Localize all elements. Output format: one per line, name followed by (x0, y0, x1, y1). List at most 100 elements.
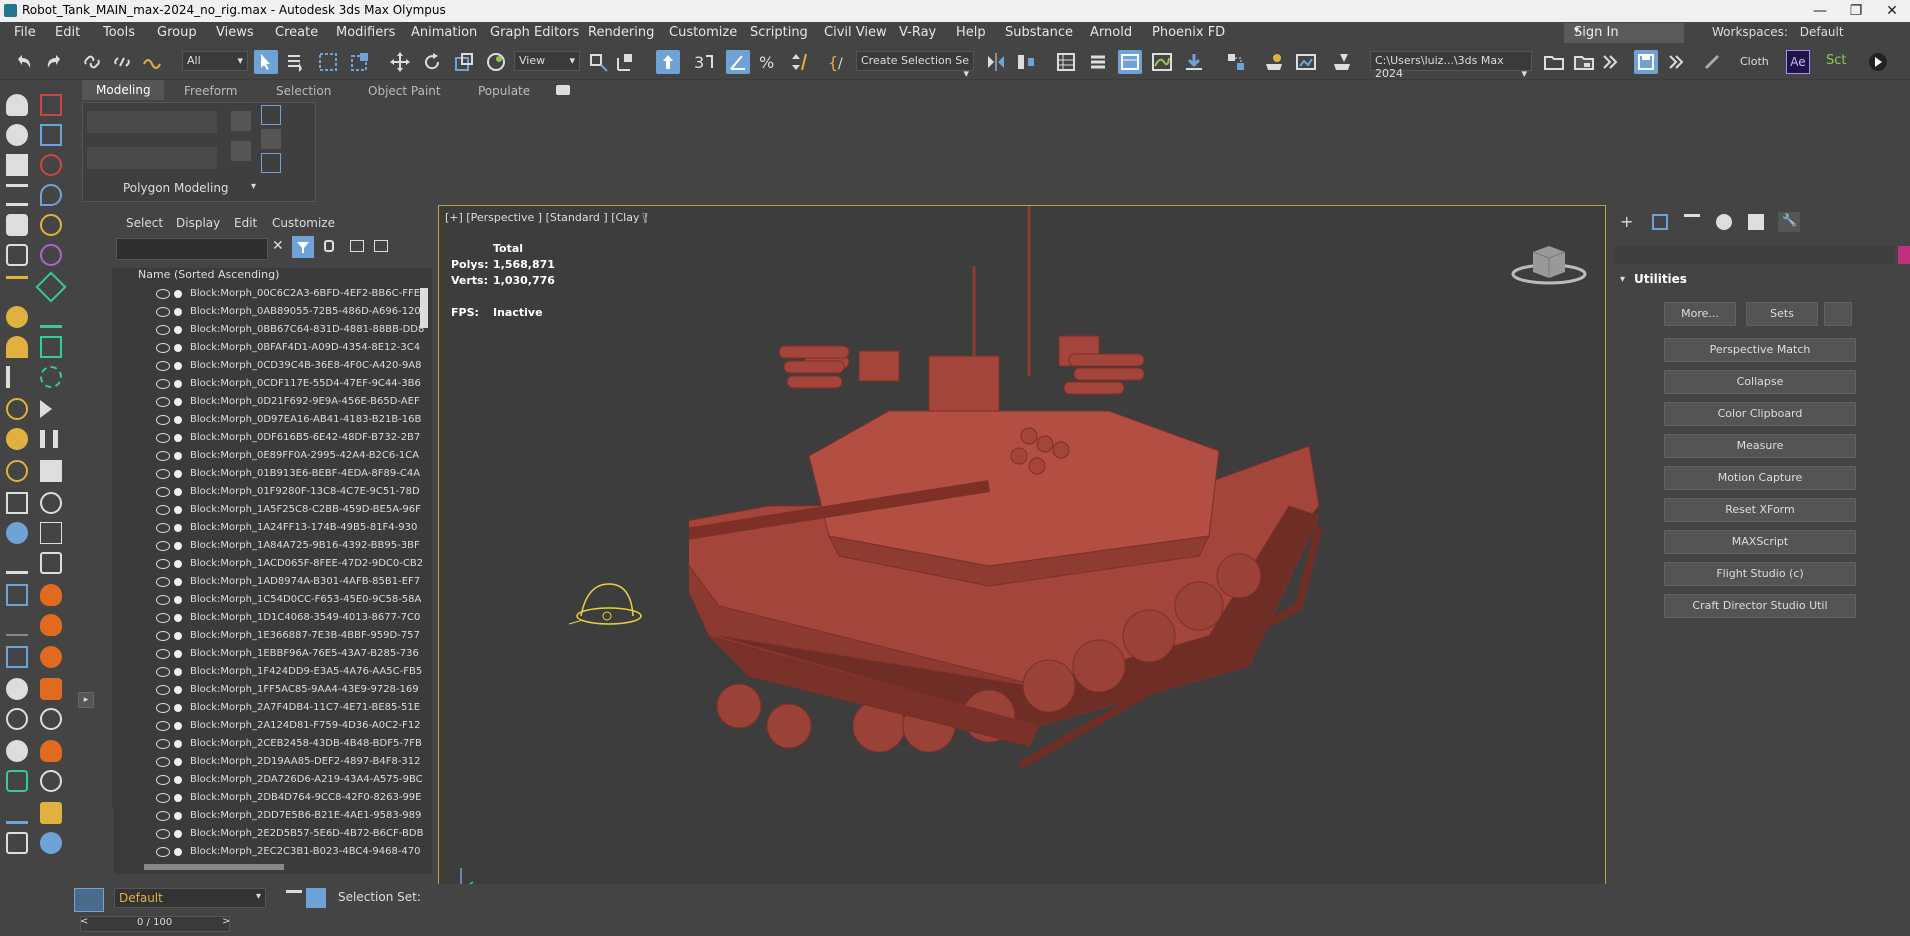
helmet-helper-icon[interactable] (567, 576, 657, 636)
fire-ball-icon[interactable] (40, 646, 62, 668)
particle-icon[interactable] (40, 366, 62, 388)
select-by-name-icon[interactable] (284, 50, 308, 74)
visibility-eye-icon[interactable] (156, 451, 170, 461)
lock-icon[interactable] (324, 240, 334, 252)
hierarchy-icon[interactable] (350, 240, 364, 252)
menu-modifiers[interactable]: Modifiers (336, 25, 395, 40)
cluster-icon[interactable] (6, 708, 28, 730)
pen-icon[interactable] (40, 802, 62, 824)
visibility-eye-icon[interactable] (156, 631, 170, 641)
scene-search-input[interactable] (116, 238, 268, 260)
visibility-eye-icon[interactable] (156, 775, 170, 785)
scene-row[interactable]: Block:Morph_1FF5AC85-9AA4-43E9-9728-169 (114, 682, 432, 700)
helper-icon[interactable] (40, 214, 62, 236)
project-settings-icon[interactable] (1572, 50, 1596, 74)
scene-row[interactable]: Block:Morph_2D19AA85-DEF2-4897-B4F8-312 (114, 754, 432, 772)
menu-scripting[interactable]: Scripting (750, 25, 808, 40)
visibility-eye-icon[interactable] (156, 379, 170, 389)
expand-arrow-icon[interactable]: ▸ (78, 692, 94, 708)
menu-graph-editors[interactable]: Graph Editors (490, 25, 579, 40)
menu-tools[interactable]: Tools (103, 25, 135, 40)
vray-icon[interactable] (6, 832, 28, 854)
freeze-dot-icon[interactable] (174, 542, 182, 550)
freeze-dot-icon[interactable] (174, 776, 182, 784)
menu-arnold[interactable]: Arnold (1090, 25, 1132, 40)
list-icon[interactable] (6, 184, 28, 206)
link-icon[interactable] (80, 50, 104, 74)
scene-row[interactable]: Block:Morph_0BB67C64-831D-4881-88BB-DD8 (114, 322, 432, 340)
prev-frame-icon[interactable]: < (80, 916, 88, 927)
grid-icon[interactable] (40, 336, 62, 358)
menu-help[interactable]: Help (956, 25, 986, 40)
unlink-icon[interactable] (110, 50, 134, 74)
visibility-eye-icon[interactable] (156, 469, 170, 479)
filter-toggle[interactable] (292, 236, 314, 258)
freeze-dot-icon[interactable] (174, 524, 182, 532)
curve-editor-icon[interactable] (1150, 50, 1174, 74)
flame-icon[interactable] (40, 740, 62, 762)
percent-snap-icon[interactable]: % (756, 50, 780, 74)
box-outline-icon[interactable] (6, 492, 28, 514)
visibility-eye-icon[interactable] (156, 847, 170, 857)
rect-selection-icon[interactable] (316, 50, 340, 74)
cloth-tool-icon[interactable] (1700, 50, 1724, 74)
arrow-right-icon[interactable] (40, 306, 62, 328)
scene-row[interactable]: Block:Morph_1A84A725-9B16-4392-BB95-3BF (114, 538, 432, 556)
visibility-eye-icon[interactable] (156, 397, 170, 407)
scene-row[interactable]: Block:Morph_1F424DD9-E3A5-4A76-AA5C-FB5 (114, 664, 432, 682)
more-button[interactable]: More... (1664, 302, 1736, 326)
freeze-dot-icon[interactable] (174, 362, 182, 370)
freeze-dot-icon[interactable] (174, 452, 182, 460)
visibility-eye-icon[interactable] (156, 649, 170, 659)
scene-tab-customize[interactable]: Customize (272, 216, 335, 230)
snaps-toggle-icon[interactable]: 3 (692, 50, 716, 74)
scene-row[interactable]: Block:Morph_2CEB2458-43DB-4B48-BDF5-7FB (114, 736, 432, 754)
minimize-button[interactable]: — (1802, 0, 1838, 22)
scene-row[interactable]: Block:Morph_00C6C2A3-6BFD-4EF2-BB6C-FFE (114, 286, 432, 304)
hammer-icon[interactable] (6, 276, 28, 298)
freeze-dot-icon[interactable] (174, 812, 182, 820)
hierarchy-alt-icon[interactable] (374, 240, 388, 252)
motion-capture-button[interactable]: Motion Capture (1664, 466, 1856, 490)
close-button[interactable]: ✕ (1874, 0, 1910, 22)
tab-selection[interactable]: Selection (276, 84, 331, 98)
edge-icon[interactable] (231, 141, 251, 161)
sphere-alt-icon[interactable] (6, 678, 28, 700)
preserve-uv-icon[interactable] (261, 129, 281, 149)
scene-row[interactable]: Block:Morph_2DB4D764-9CC8-42F0-8263-99E (114, 790, 432, 808)
freeze-dot-icon[interactable] (174, 308, 182, 316)
rendered-frame-window-icon[interactable] (1294, 50, 1318, 74)
scene-row[interactable]: Block:Morph_01F9280F-13C8-4C7E-9C51-78D (114, 484, 432, 502)
freeze-dot-icon[interactable] (174, 830, 182, 838)
scene-row[interactable]: Block:Morph_2DD7E5B6-B21E-4AE1-9583-989 (114, 808, 432, 826)
undo-icon[interactable] (12, 50, 36, 74)
visibility-eye-icon[interactable] (156, 433, 170, 443)
visibility-eye-icon[interactable] (156, 487, 170, 497)
visibility-eye-icon[interactable] (156, 505, 170, 515)
visibility-eye-icon[interactable] (156, 325, 170, 335)
box-primitive-icon[interactable] (40, 94, 62, 116)
bind-spacewarp-icon[interactable] (140, 50, 164, 74)
freeze-dot-icon[interactable] (174, 290, 182, 298)
flight-studio-button[interactable]: Flight Studio (c) (1664, 562, 1856, 586)
tank-model[interactable] (689, 206, 1389, 906)
sct-button[interactable]: Sct (1826, 53, 1847, 68)
freeze-dot-icon[interactable] (174, 434, 182, 442)
collapse-arrow-icon[interactable]: ▾ (1620, 274, 1625, 285)
sign-in-dropdown[interactable]: Sign In ▾ (1564, 23, 1684, 43)
color-clipboard-button[interactable]: Color Clipboard (1664, 402, 1856, 426)
freeze-dot-icon[interactable] (174, 506, 182, 514)
visibility-eye-icon[interactable] (156, 559, 170, 569)
viewport-label[interactable]: [+] [Perspective ] [Standard ] [Clay ] (445, 211, 647, 224)
freeze-dot-icon[interactable] (174, 722, 182, 730)
selection-filter-dropdown[interactable]: All ▾ (182, 51, 248, 71)
scene-row[interactable]: Block:Morph_2A7F4DB4-11C7-4E71-BE85-51E (114, 700, 432, 718)
freeze-dot-icon[interactable] (174, 326, 182, 334)
freeze-dot-icon[interactable] (174, 794, 182, 802)
subobject-icon[interactable] (231, 111, 251, 131)
scene-row[interactable]: Block:Morph_2E2D5B57-5E6D-4B72-B6CF-BDB (114, 826, 432, 844)
visibility-eye-icon[interactable] (156, 595, 170, 605)
named-selection-set-dropdown[interactable]: Create Selection Se ▾ (856, 51, 974, 80)
placement-icon[interactable] (484, 50, 508, 74)
trash-icon[interactable] (40, 522, 62, 544)
